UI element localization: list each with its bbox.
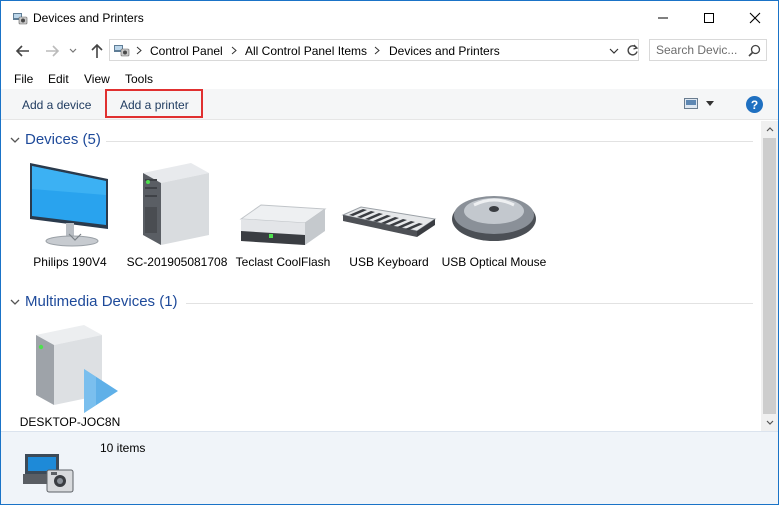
view-icon bbox=[684, 98, 698, 109]
chevron-down-icon bbox=[69, 48, 77, 53]
menu-tools[interactable]: Tools bbox=[125, 72, 153, 86]
window-title: Devices and Printers bbox=[33, 11, 144, 25]
breadcrumb-control-panel[interactable]: Control Panel bbox=[150, 44, 223, 58]
chevron-up-icon bbox=[766, 127, 773, 132]
computer-tower-icon bbox=[143, 163, 209, 245]
scroll-up-button[interactable] bbox=[761, 121, 778, 138]
change-view-button[interactable] bbox=[684, 98, 714, 109]
monitor-icon bbox=[30, 163, 108, 247]
chevron-down-icon bbox=[766, 420, 773, 425]
chevron-right-icon bbox=[136, 46, 142, 55]
command-bar: Add a device Add a printer ? bbox=[1, 89, 778, 120]
minimize-button[interactable] bbox=[640, 1, 686, 34]
group-title: Multimedia Devices (1) bbox=[25, 293, 178, 310]
refresh-button[interactable] bbox=[624, 41, 640, 59]
address-bar[interactable]: Control Panel All Control Panel Items De… bbox=[109, 39, 639, 61]
recent-locations-button[interactable] bbox=[67, 41, 79, 61]
group-header-devices[interactable]: Devices (5) bbox=[9, 131, 101, 148]
highlight-box bbox=[105, 89, 203, 118]
menu-edit[interactable]: Edit bbox=[48, 72, 69, 86]
device-label: SC-201905081708 bbox=[126, 255, 228, 269]
maximize-button[interactable] bbox=[686, 1, 732, 34]
breadcrumb-all-items[interactable]: All Control Panel Items bbox=[245, 44, 367, 58]
device-label: Philips 190V4 bbox=[33, 255, 107, 269]
device-label: DESKTOP-JOC8N bbox=[19, 415, 121, 429]
device-label: USB Keyboard bbox=[349, 255, 429, 269]
devices-and-printers-window: Devices and Printers Control Panel All C… bbox=[0, 0, 779, 505]
device-label: Teclast CoolFlash bbox=[235, 255, 331, 269]
scroll-down-button[interactable] bbox=[761, 414, 778, 431]
close-button[interactable] bbox=[732, 1, 778, 34]
usb-drive-icon bbox=[239, 204, 327, 245]
title-bar: Devices and Printers bbox=[1, 1, 778, 35]
devices-printers-large-icon bbox=[23, 454, 74, 493]
minimize-icon bbox=[658, 17, 668, 18]
group-divider bbox=[186, 303, 753, 304]
chevron-right-icon[interactable] bbox=[374, 46, 380, 55]
mouse-icon bbox=[452, 196, 536, 241]
media-server-icon bbox=[36, 325, 118, 413]
device-list: Devices (5) Philips 190V4 SC-20190508170… bbox=[1, 121, 761, 431]
refresh-icon bbox=[626, 44, 638, 55]
vertical-scrollbar[interactable] bbox=[761, 121, 778, 431]
up-button[interactable] bbox=[87, 41, 107, 61]
menu-bar: File Edit View Tools bbox=[1, 69, 778, 89]
scroll-thumb[interactable] bbox=[763, 138, 776, 414]
address-row: Control Panel All Control Panel Items De… bbox=[1, 37, 778, 65]
back-button[interactable] bbox=[13, 41, 33, 61]
help-button[interactable]: ? bbox=[746, 96, 763, 113]
address-dropdown-button[interactable] bbox=[606, 43, 622, 59]
chevron-down-icon bbox=[10, 299, 20, 305]
chevron-down-icon bbox=[609, 48, 619, 54]
search-icon[interactable] bbox=[748, 44, 761, 57]
maximize-icon bbox=[704, 12, 714, 23]
close-icon bbox=[749, 12, 761, 23]
group-header-multimedia[interactable]: Multimedia Devices (1) bbox=[9, 293, 178, 310]
chevron-down-icon bbox=[10, 137, 20, 143]
forward-arrow-icon bbox=[46, 45, 60, 57]
menu-view[interactable]: View bbox=[84, 72, 110, 86]
devices-printers-icon bbox=[13, 13, 28, 25]
breadcrumb-devices-printers[interactable]: Devices and Printers bbox=[389, 44, 500, 58]
group-title: Devices (5) bbox=[25, 131, 101, 148]
chevron-right-icon[interactable] bbox=[231, 46, 237, 55]
chevron-down-icon bbox=[706, 101, 714, 106]
group-divider bbox=[106, 141, 753, 142]
back-arrow-icon bbox=[15, 45, 29, 57]
device-label: USB Optical Mouse bbox=[441, 255, 547, 269]
forward-button[interactable] bbox=[42, 41, 62, 61]
location-icon bbox=[114, 45, 130, 57]
keyboard-icon bbox=[341, 206, 437, 237]
item-count: 10 items bbox=[100, 441, 146, 455]
add-device-button[interactable]: Add a device bbox=[22, 98, 91, 112]
details-pane: 10 items bbox=[1, 431, 778, 504]
menu-file[interactable]: File bbox=[14, 72, 33, 86]
search-box[interactable] bbox=[649, 39, 767, 61]
up-arrow-icon bbox=[91, 43, 103, 58]
search-input[interactable] bbox=[656, 42, 742, 58]
